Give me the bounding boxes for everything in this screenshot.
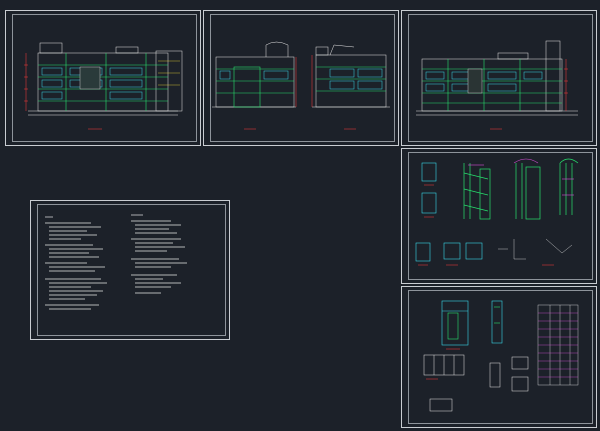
drawing-sheet-window-schedule[interactable]	[401, 286, 597, 428]
elevation-drawing	[212, 41, 390, 130]
drawing-sheet-elevation-1[interactable]	[5, 10, 201, 146]
elevation-drawing	[416, 40, 578, 130]
notes-text-lines	[45, 214, 187, 310]
drawing-sheet-elevation-3[interactable]	[401, 10, 597, 146]
schedule-drawing	[423, 300, 579, 412]
elevation-drawing	[24, 42, 183, 130]
drawing-sheet-wall-sections[interactable]	[401, 148, 597, 284]
section-details	[415, 158, 579, 266]
drawing-sheet-elevation-2[interactable]	[203, 10, 399, 146]
drawing-sheet-design-notes[interactable]	[30, 200, 230, 340]
